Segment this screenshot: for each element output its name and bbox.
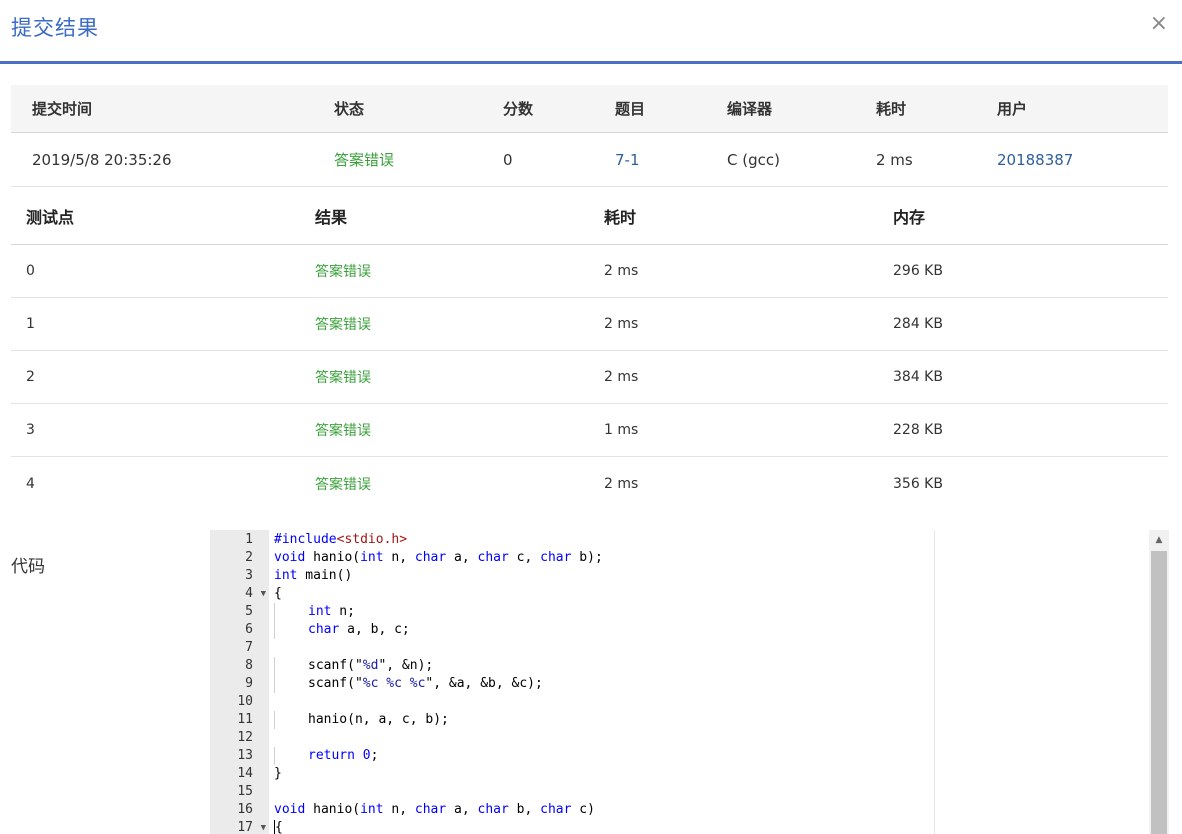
- line-number: 5: [245, 604, 253, 619]
- submit-time: 2019/5/8 20:35:26: [32, 150, 172, 169]
- test-time: 1 ms: [604, 422, 639, 438]
- line-number: 11: [237, 712, 253, 727]
- header-status: 状态: [334, 100, 365, 118]
- line-number: 3: [245, 568, 253, 583]
- header-test-point: 测试点: [26, 208, 75, 227]
- text-cursor: [274, 819, 275, 834]
- line-number: 1: [245, 532, 253, 547]
- line-number: 17 ▼: [210, 819, 269, 834]
- table-row: 1 答案错误 2 ms 284 KB: [11, 298, 1168, 351]
- test-result: 答案错误: [315, 423, 371, 439]
- line-number: 9: [245, 676, 253, 691]
- test-result: 答案错误: [315, 317, 371, 333]
- code-line: int main(): [274, 568, 353, 583]
- dialog-title: 提交结果: [11, 16, 99, 40]
- test-time: 2 ms: [604, 369, 639, 385]
- code-editor[interactable]: 1 2 3 4 ▼ 5 6 7 8 9 10 11 12 13 14 15 16 …: [210, 530, 1169, 834]
- score-value: 0: [503, 150, 513, 169]
- table-row: 3 答案错误 1 ms 228 KB: [11, 404, 1168, 457]
- test-id: 1: [26, 316, 35, 332]
- table-row: 4 答案错误 2 ms 356 KB: [11, 457, 1168, 510]
- scroll-up-icon[interactable]: ▲: [1149, 530, 1169, 550]
- line-number: 16: [237, 802, 253, 817]
- header-problem: 题目: [615, 100, 646, 118]
- code-line: int n;: [274, 603, 1135, 621]
- header-submit-time: 提交时间: [32, 100, 93, 118]
- line-number: 15: [237, 784, 253, 799]
- code-line: char a, b, c;: [274, 621, 1135, 639]
- code-line: {: [274, 586, 282, 601]
- test-memory: 284 KB: [893, 316, 943, 332]
- submission-summary-table: 提交时间 状态 分数 题目 编译器 耗时 用户 2019/5/8 20:35:2…: [11, 85, 1168, 187]
- line-number: 13: [237, 748, 253, 763]
- line-number: 7: [245, 640, 253, 655]
- test-id: 4: [26, 475, 35, 492]
- code-line: hanio(n, a, c, b);: [274, 711, 1135, 729]
- line-number-gutter: 1 2 3 4 ▼ 5 6 7 8 9 10 11 12 13 14 15 16 …: [210, 530, 269, 834]
- code-text-area[interactable]: #include<stdio.h> void hanio(int n, char…: [269, 530, 1135, 834]
- vertical-scrollbar[interactable]: ▲: [1149, 530, 1169, 834]
- code-line: #include<stdio.h>: [274, 532, 408, 547]
- code-line: void hanio(int n, char a, char b, char c…: [274, 802, 595, 817]
- test-memory: 228 KB: [893, 422, 943, 438]
- header-time: 耗时: [604, 208, 637, 227]
- test-result: 答案错误: [315, 476, 371, 493]
- tests-header-row: 测试点 结果 耗时 内存: [11, 188, 1168, 245]
- table-row: 0 答案错误 2 ms 296 KB: [11, 245, 1168, 298]
- scrollbar-thumb[interactable]: [1151, 551, 1167, 834]
- line-number: 2: [245, 550, 253, 565]
- table-row: 2 答案错误 2 ms 384 KB: [11, 351, 1168, 404]
- code-line: return 0;: [274, 747, 1135, 765]
- line-number: 10: [237, 694, 253, 709]
- test-id: 2: [26, 369, 35, 385]
- elapsed-value: 2 ms: [876, 150, 913, 169]
- header-compiler: 编译器: [727, 100, 773, 118]
- test-time: 2 ms: [604, 263, 639, 279]
- summary-row: 2019/5/8 20:35:26 答案错误 0 7-1 C (gcc) 2 m…: [11, 133, 1168, 187]
- test-result: 答案错误: [315, 264, 371, 280]
- code-line: }: [274, 766, 282, 781]
- test-cases-table: 测试点 结果 耗时 内存 0 答案错误 2 ms 296 KB 1 答案错误 2…: [11, 188, 1168, 510]
- print-margin: [934, 530, 935, 834]
- header-user: 用户: [997, 100, 1028, 118]
- code-line: scanf("%d", &n);: [274, 657, 1135, 675]
- close-icon[interactable]: ×: [1150, 12, 1168, 36]
- test-id: 3: [26, 422, 35, 438]
- fold-arrow-icon[interactable]: ▼: [261, 819, 266, 834]
- test-id: 0: [26, 263, 35, 279]
- test-time: 2 ms: [604, 475, 639, 492]
- code-line: scanf("%c %c %c", &a, &b, &c);: [274, 675, 1135, 693]
- line-number: 6: [245, 622, 253, 637]
- header-score: 分数: [503, 100, 534, 118]
- test-time: 2 ms: [604, 316, 639, 332]
- test-memory: 296 KB: [893, 263, 943, 279]
- line-number: 8: [245, 658, 253, 673]
- fold-arrow-icon[interactable]: ▼: [261, 585, 266, 603]
- status-badge: 答案错误: [334, 151, 395, 169]
- code-line: void hanio(int n, char a, char c, char b…: [274, 550, 603, 565]
- line-number: 14: [237, 766, 253, 781]
- header-memory: 内存: [893, 208, 926, 227]
- test-memory: 384 KB: [893, 369, 943, 385]
- code-line: {: [274, 819, 283, 834]
- problem-link[interactable]: 7-1: [615, 133, 640, 186]
- compiler-value: C (gcc): [727, 150, 780, 169]
- header-result: 结果: [315, 208, 348, 227]
- test-memory: 356 KB: [893, 475, 943, 492]
- test-result: 答案错误: [315, 370, 371, 386]
- line-number: 4 ▼: [245, 585, 266, 603]
- line-number: 12: [237, 730, 253, 745]
- header-elapsed: 耗时: [876, 100, 907, 118]
- summary-header-row: 提交时间 状态 分数 题目 编译器 耗时 用户: [11, 85, 1168, 133]
- code-label: 代码: [11, 557, 45, 577]
- user-link[interactable]: 20188387: [997, 133, 1073, 186]
- dialog-header: 提交结果 ×: [0, 0, 1182, 64]
